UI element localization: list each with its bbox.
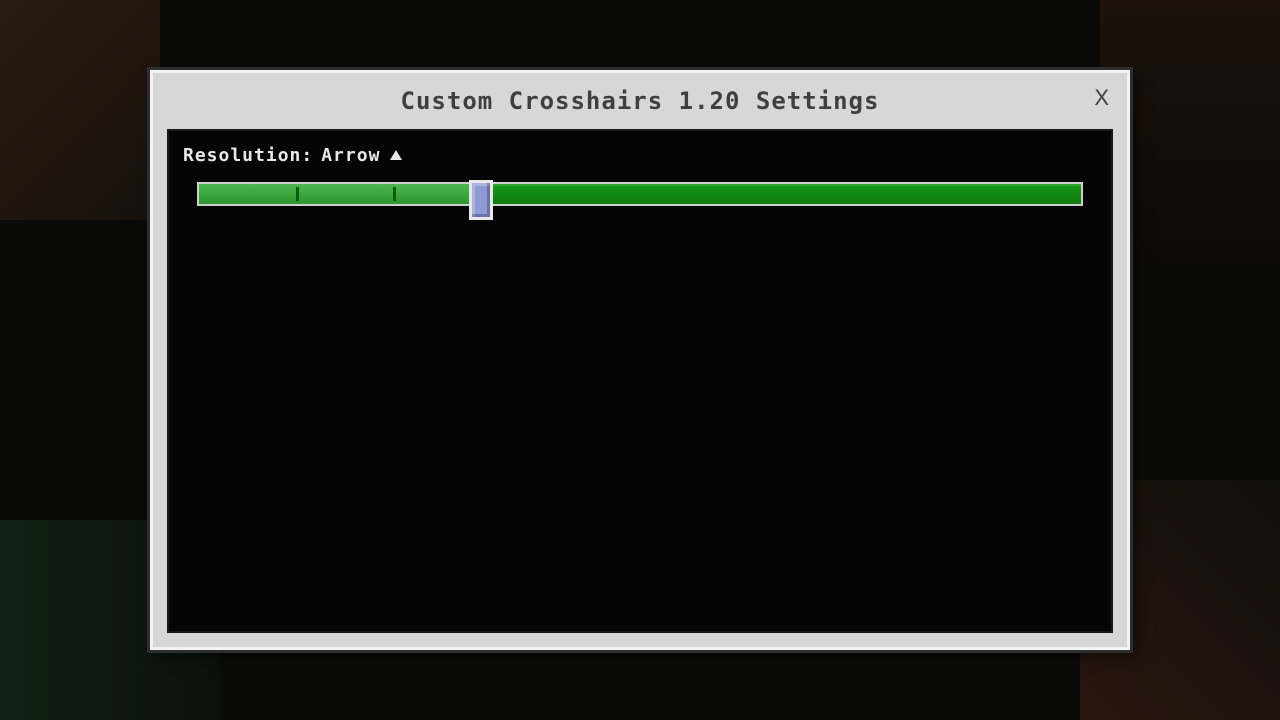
slider-fill [199, 184, 481, 204]
resolution-label: Resolution: Arrow [183, 145, 1097, 166]
slider-track[interactable] [197, 182, 1083, 206]
resolution-setting: Resolution: Arrow [183, 145, 1097, 212]
up-arrow-icon [390, 150, 402, 160]
slider-thumb[interactable] [469, 180, 493, 220]
resolution-slider[interactable] [183, 178, 1097, 212]
slider-tick [393, 187, 396, 201]
settings-modal: Custom Crosshairs 1.20 Settings X Resolu… [150, 70, 1130, 650]
close-button[interactable]: X [1094, 85, 1109, 111]
modal-content: Resolution: Arrow [167, 129, 1113, 633]
slider-tick [296, 187, 299, 201]
resolution-label-prefix: Resolution: [183, 145, 313, 166]
background-block [0, 0, 160, 220]
modal-title: Custom Crosshairs 1.20 Settings [401, 87, 880, 115]
resolution-value: Arrow [321, 145, 380, 166]
modal-titlebar: Custom Crosshairs 1.20 Settings X [153, 73, 1127, 129]
